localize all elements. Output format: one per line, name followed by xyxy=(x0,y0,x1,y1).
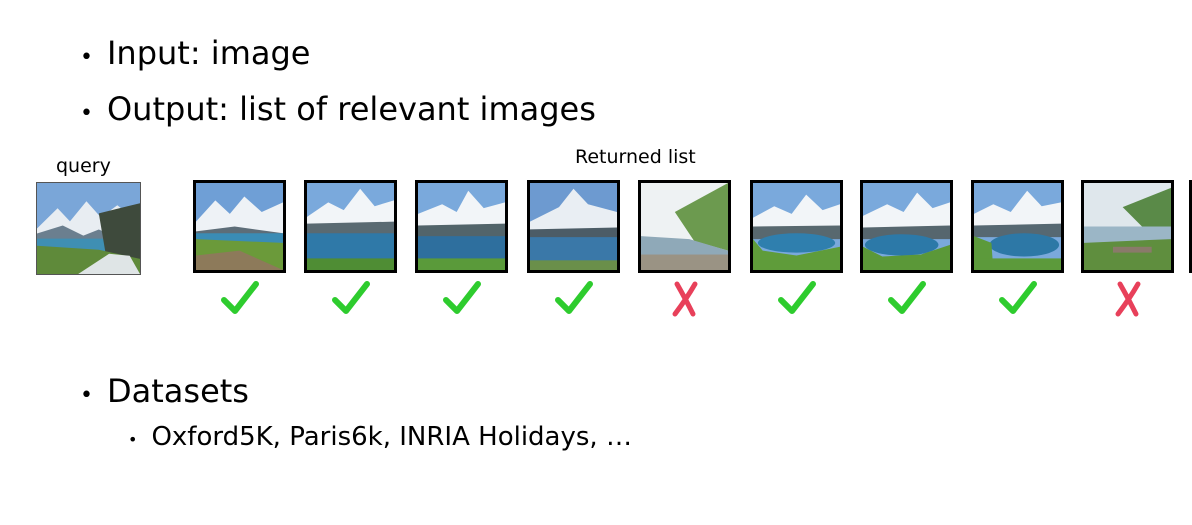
bullet-dot: • xyxy=(128,430,138,449)
bullet-dot: • xyxy=(80,45,93,70)
check-icon xyxy=(750,278,843,322)
bullet-datasets: • Datasets xyxy=(80,372,249,410)
returned-list-label: Returned list xyxy=(575,146,696,168)
relevance-marks xyxy=(193,278,1192,322)
check-icon xyxy=(193,278,286,322)
check-icon xyxy=(860,278,953,322)
bullet-dot: • xyxy=(80,383,93,408)
cross-icon xyxy=(638,278,731,322)
bullet-output-text: Output: list of relevant images xyxy=(106,90,596,128)
result-thumbnail xyxy=(527,180,620,273)
cross-icon xyxy=(1081,278,1174,322)
check-icon xyxy=(527,278,620,322)
datasets-list-text: Oxford5K, Paris6k, INRIA Holidays, … xyxy=(151,422,632,452)
result-thumbnail xyxy=(304,180,397,273)
returned-list xyxy=(193,180,1192,274)
bullet-input: • Input: image xyxy=(80,34,310,72)
sub-bullet-datasets-list: • Oxford5K, Paris6k, INRIA Holidays, … xyxy=(128,422,632,452)
result-thumbnail xyxy=(971,180,1064,273)
check-icon xyxy=(304,278,397,322)
query-image xyxy=(36,182,141,275)
bullet-output: • Output: list of relevant images xyxy=(80,90,596,128)
result-thumbnail xyxy=(415,180,508,273)
check-icon xyxy=(971,278,1064,322)
result-thumbnail xyxy=(1081,180,1174,273)
query-label: query xyxy=(56,155,111,177)
result-thumbnail xyxy=(638,180,731,273)
bullet-dot: • xyxy=(80,101,93,126)
result-thumbnail xyxy=(193,180,286,273)
bullet-input-text: Input: image xyxy=(106,34,311,72)
result-thumbnail xyxy=(750,180,843,273)
result-thumbnail xyxy=(860,180,953,273)
bullet-datasets-text: Datasets xyxy=(106,372,249,410)
check-icon xyxy=(415,278,508,322)
